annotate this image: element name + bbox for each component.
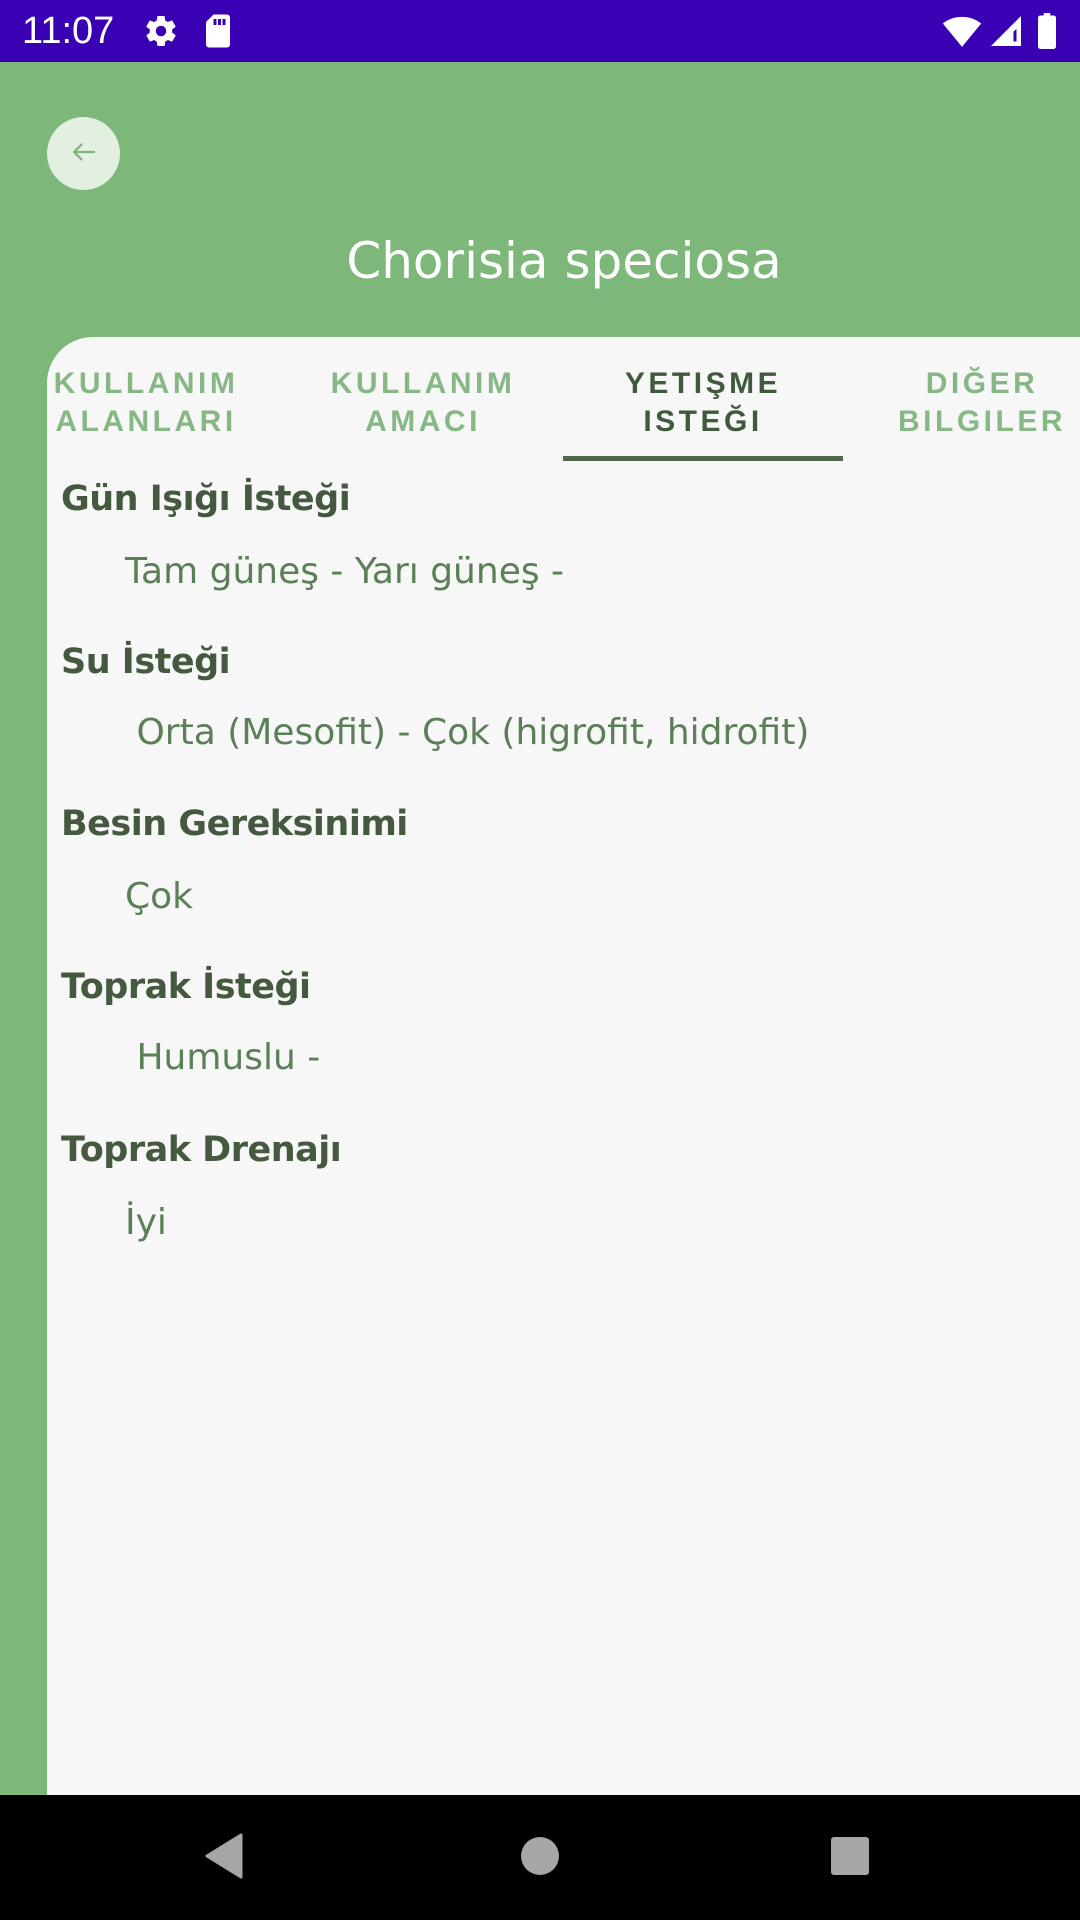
section-value: Tam güneş - Yarı güneş - — [125, 551, 565, 592]
navigation-bar — [0, 1795, 1080, 1920]
status-bar: 11:07 — [0, 0, 1080, 62]
section-value: İyi — [125, 1202, 167, 1243]
section-value: Humuslu - — [125, 1037, 321, 1078]
tab-diger-bilgiler[interactable]: DIĞER BILGILER — [842, 365, 1080, 441]
recents-square-icon[interactable] — [830, 1836, 870, 1880]
section-nutrient: Besin Gereksinimi Çok — [61, 799, 408, 923]
gear-icon — [143, 13, 179, 53]
status-time: 11:07 — [22, 10, 115, 52]
section-heading: Toprak İsteği — [61, 967, 311, 1007]
tab-kullanim-alanlari[interactable]: KULLANIM ALANLARI — [47, 365, 286, 441]
section-sunlight: Gün Işığı İsteği Tam güneş - Yarı güneş … — [61, 474, 564, 598]
section-heading: Su İsteği — [61, 642, 231, 682]
tab-yetisme-istegi[interactable]: YETIŞME ISTEĞI — [563, 365, 843, 441]
section-drainage: Toprak Drenajı İyi — [61, 1125, 342, 1249]
arrow-left-icon — [69, 137, 99, 171]
back-triangle-icon[interactable] — [203, 1833, 243, 1883]
tab-indicator — [563, 456, 843, 461]
section-value: Çok — [125, 876, 194, 917]
section-water: Su İsteği Orta (Mesofit) - Çok (higrofit… — [61, 637, 809, 759]
section-heading: Toprak Drenajı — [61, 1130, 342, 1170]
tab-bar: KULLANIM ALANLARI KULLANIM AMACI YETIŞME… — [47, 337, 1080, 461]
battery-icon — [1036, 13, 1058, 53]
signal-icon — [988, 13, 1024, 53]
sd-card-icon — [203, 13, 233, 53]
home-circle-icon[interactable] — [520, 1836, 560, 1880]
back-button[interactable] — [47, 117, 120, 190]
section-soil: Toprak İsteği Humuslu - — [61, 962, 320, 1084]
section-value: Orta (Mesofit) - Çok (higrofit, hidrofit… — [125, 712, 810, 753]
wifi-icon — [942, 13, 982, 53]
section-heading: Besin Gereksinimi — [61, 804, 408, 844]
content-card: KULLANIM ALANLARI KULLANIM AMACI YETIŞME… — [47, 337, 1080, 1795]
page-title: Chorisia speciosa — [346, 232, 782, 290]
tab-kullanim-amaci[interactable]: KULLANIM AMACI — [283, 365, 563, 441]
section-heading: Gün Işığı İsteği — [61, 479, 351, 519]
